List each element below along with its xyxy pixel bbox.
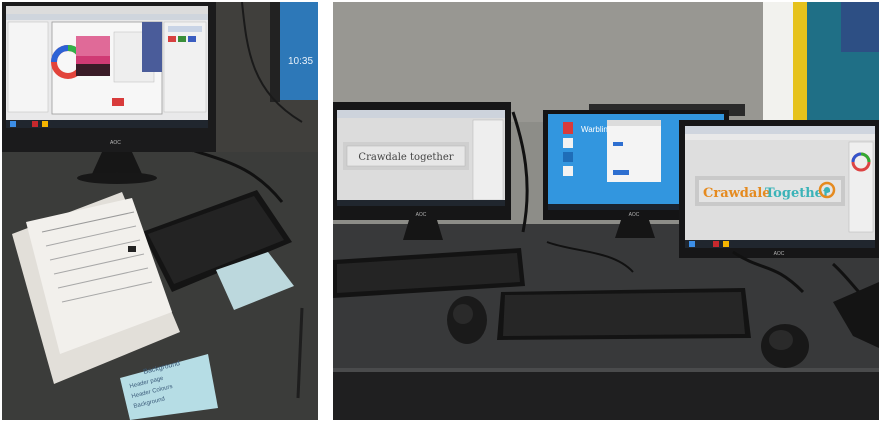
left-photo: AOC 10:35 Background Header page Header …: [2, 2, 318, 420]
right-monitor-brand: AOC: [774, 251, 785, 257]
left-monitor-brand: AOC: [416, 212, 427, 218]
right-photo-scene: Crawdale together AOC Warbling School AO…: [333, 2, 879, 420]
right-screen-banner-text-1: Crawdale: [703, 186, 771, 201]
keyboard-center: [497, 288, 751, 340]
monitor-brand-label: AOC: [110, 140, 121, 146]
background-monitor: [278, 2, 318, 100]
left-photo-scene: AOC 10:35 Background Header page Header …: [2, 2, 318, 420]
left-screen-banner-text: Crawdale together: [358, 152, 453, 163]
middle-monitor-brand: AOC: [629, 212, 640, 218]
left-monitor: Crawdale together AOC: [333, 102, 511, 240]
monitor-clock: 10:35: [288, 56, 313, 67]
right-monitor: Crawdale Together AOC: [679, 120, 879, 258]
right-photo: Crawdale together AOC Warbling School AO…: [333, 2, 879, 420]
